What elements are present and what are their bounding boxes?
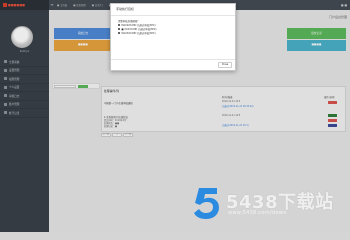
- watermark-url: www.5438.com/down: [228, 210, 287, 216]
- modal-body: 需要审核处理通知？ MAXXXX-MD 已通过审核(3PC) ■ XXXXX-M…: [118, 19, 232, 35]
- modal-title: 手动执行目标: [116, 7, 135, 11]
- close-button[interactable]: Close: [218, 62, 232, 68]
- modal-item: MAXXXX-MD 已通过审核(3PC): [118, 31, 232, 35]
- checkbox[interactable]: [118, 27, 121, 31]
- modal-item-label: MAXXXX-MD 已通过审核(3PC): [121, 32, 156, 35]
- checkbox[interactable]: [118, 23, 121, 27]
- checkbox[interactable]: [118, 31, 121, 35]
- modal-divider: [111, 59, 235, 60]
- watermark-logo-icon: [194, 188, 219, 219]
- modal-divider: [111, 15, 235, 16]
- modal-dialog: 手动执行目标 需要审核处理通知？ MAXXXX-MD 已通过审核(3PC) ■ …: [110, 3, 236, 71]
- watermark: 5438下载站 www.5438.com/down: [192, 185, 342, 223]
